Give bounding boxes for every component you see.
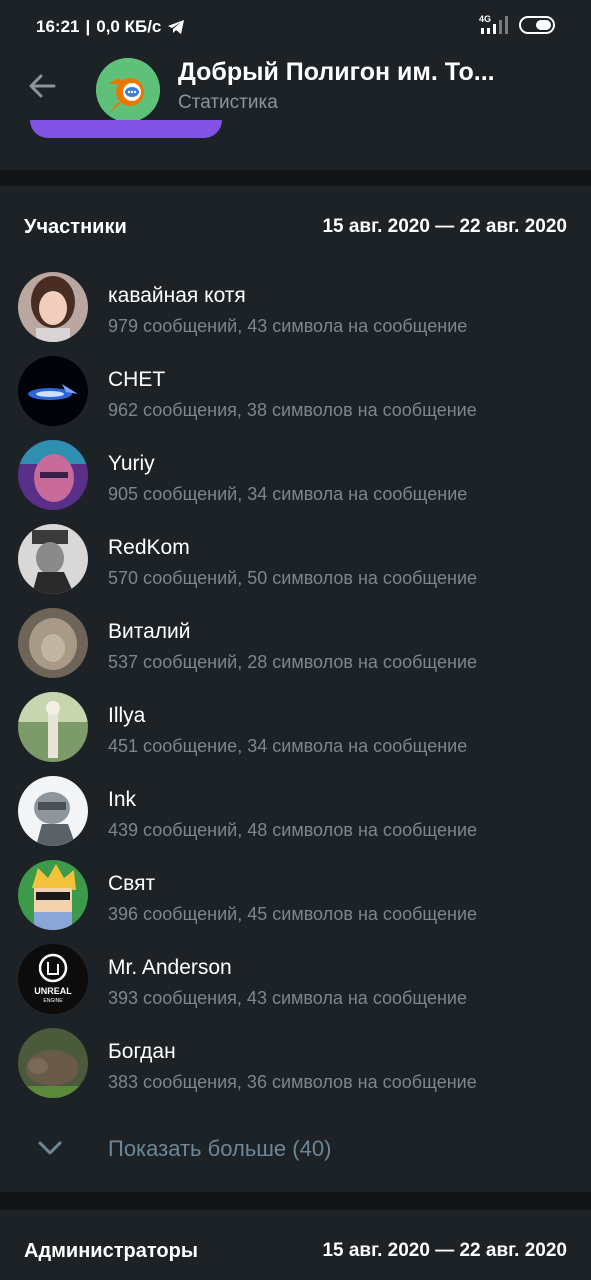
member-row[interactable]: CHET 962 сообщения, 38 символов на сообщ… [0, 356, 591, 440]
member-name: CHET [108, 368, 166, 391]
member-name: Свят [108, 872, 156, 895]
member-stats: 439 сообщений, 48 символов на сообщение [108, 820, 478, 840]
member-row[interactable]: Yuriy 905 сообщений, 34 символа на сообщ… [0, 440, 591, 524]
member-stats: 537 сообщений, 28 символов на сообщение [108, 652, 478, 672]
member-stats: 962 сообщения, 38 символов на сообщение [108, 400, 477, 420]
member-name: RedKom [108, 536, 190, 559]
avatar: UNREAL ENGINE [18, 944, 88, 1014]
member-name: Виталий [108, 620, 191, 643]
section-date-range: 15 авг. 2020 — 22 авг. 2020 [322, 1240, 567, 1261]
chat-subtitle: Статистика [178, 92, 278, 113]
member-stats: 396 сообщений, 45 символов на сообщение [108, 904, 478, 924]
member-row[interactable]: RedKom 570 сообщений, 50 символов на соо… [0, 524, 591, 608]
member-name: Ink [108, 788, 137, 811]
member-stats: 383 сообщения, 36 символов на сообщение [108, 1072, 477, 1092]
member-stats: 393 сообщения, 43 символа на сообщение [108, 988, 467, 1008]
section-title-members: Участники [24, 216, 127, 238]
chat-avatar[interactable] [96, 58, 160, 122]
status-time: 16:21 [36, 17, 80, 36]
show-more-button[interactable]: Показать больше (40) [0, 1120, 591, 1180]
member-row[interactable]: Богдан 383 сообщения, 36 символов на соо… [0, 1028, 591, 1112]
avatar [18, 776, 88, 846]
avatar [18, 692, 88, 762]
chevron-down-icon [38, 1141, 62, 1155]
chat-title: Добрый Полигон им. То... [178, 58, 495, 86]
admins-section: Администраторы 15 авг. 2020 — 22 авг. 20… [0, 1210, 591, 1280]
engine-logo-text: ENGINE [43, 998, 63, 1004]
avatar [18, 524, 88, 594]
chart-selector-pill[interactable] [30, 120, 222, 138]
avatar [18, 608, 88, 678]
avatar [18, 272, 88, 342]
battery-icon [519, 16, 555, 34]
member-stats: 979 сообщений, 43 символа на сообщение [108, 316, 468, 336]
member-row[interactable]: Свят 396 сообщений, 45 символов на сообщ… [0, 860, 591, 944]
avatar [18, 356, 88, 426]
avatar [18, 860, 88, 930]
member-stats: 570 сообщений, 50 символов на сообщение [108, 568, 478, 588]
member-stats: 451 сообщение, 34 символа на сообщение [108, 736, 468, 756]
member-row[interactable]: UNREAL ENGINE Mr. Anderson 393 сообщения… [0, 944, 591, 1028]
telegram-icon [168, 20, 185, 34]
member-name: Illya [108, 704, 146, 727]
signal-icon: 4G [479, 14, 509, 36]
status-separator: | [85, 17, 91, 36]
members-section: Участники 15 авг. 2020 — 22 авг. 2020 ка… [0, 186, 591, 1192]
member-name: Mr. Anderson [108, 956, 232, 979]
member-name: Богдан [108, 1040, 176, 1063]
member-row[interactable]: кавайная котя 979 сообщений, 43 символа … [0, 272, 591, 356]
back-arrow-icon[interactable] [26, 70, 58, 102]
avatar [18, 440, 88, 510]
section-title-admins: Администраторы [24, 1240, 198, 1262]
blender-logo-icon [96, 58, 160, 122]
member-name: Yuriy [108, 452, 155, 475]
member-row[interactable]: Виталий 537 сообщений, 28 символов на со… [0, 608, 591, 692]
status-right: 4G [479, 14, 557, 36]
member-stats: 905 сообщений, 34 символа на сообщение [108, 484, 468, 504]
status-speed: 0,0 КБ/с [96, 17, 162, 36]
previous-chart-card [0, 120, 591, 170]
show-more-label: Показать больше (40) [108, 1136, 332, 1161]
member-row[interactable]: Illya 451 сообщение, 34 символа на сообщ… [0, 692, 591, 776]
member-row[interactable]: Ink 439 сообщений, 48 символов на сообще… [0, 776, 591, 860]
avatar [18, 1028, 88, 1098]
member-name: кавайная котя [108, 284, 246, 307]
unreal-logo-text: UNREAL [34, 986, 72, 996]
section-date-range: 15 авг. 2020 — 22 авг. 2020 [322, 216, 567, 237]
status-left: 16:21 | 0,0 КБ/с [36, 17, 185, 37]
